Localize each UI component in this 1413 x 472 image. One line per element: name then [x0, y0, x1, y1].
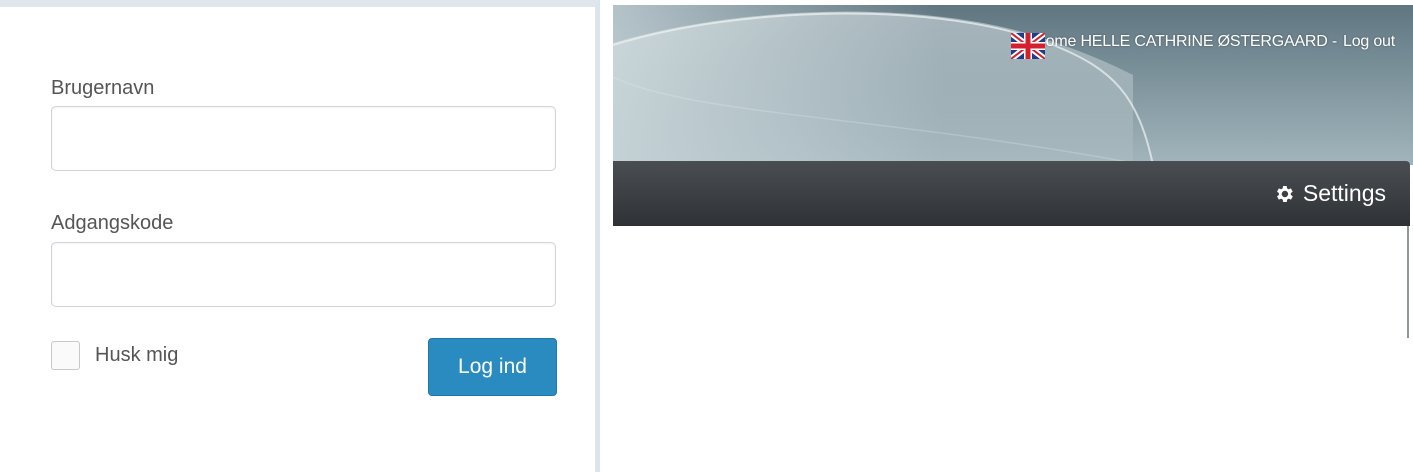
remember-me-label[interactable]: Husk mig — [95, 344, 178, 367]
settings-label: Settings — [1302, 180, 1386, 206]
username-input[interactable] — [51, 106, 556, 171]
main-content-area — [613, 226, 1409, 338]
password-input[interactable] — [51, 242, 556, 307]
settings-link[interactable]: Settings — [1273, 161, 1386, 226]
welcome-text: Welcome HELLE CATHRINE ØSTERGAARD - — [1011, 33, 1338, 50]
top-navbar: Settings — [613, 161, 1410, 226]
header-banner: Welcome HELLE CATHRINE ØSTERGAARD - Log … — [613, 5, 1413, 165]
login-panel: Brugernavn Adgangskode Husk mig Log ind — [0, 0, 600, 472]
username-label: Brugernavn — [51, 77, 155, 99]
uk-flag-icon[interactable] — [1011, 33, 1046, 59]
gear-icon — [1276, 185, 1293, 202]
password-label: Adgangskode — [51, 212, 174, 234]
app-panel: Welcome HELLE CATHRINE ØSTERGAARD - Log … — [613, 0, 1413, 472]
welcome-bar: Welcome HELLE CATHRINE ØSTERGAARD - Log … — [1011, 33, 1395, 59]
login-button[interactable]: Log ind — [428, 338, 557, 396]
logout-link[interactable]: Log out — [1343, 33, 1395, 51]
remember-me-checkbox[interactable] — [51, 341, 80, 370]
banner-swoosh-decoration — [613, 5, 1154, 165]
